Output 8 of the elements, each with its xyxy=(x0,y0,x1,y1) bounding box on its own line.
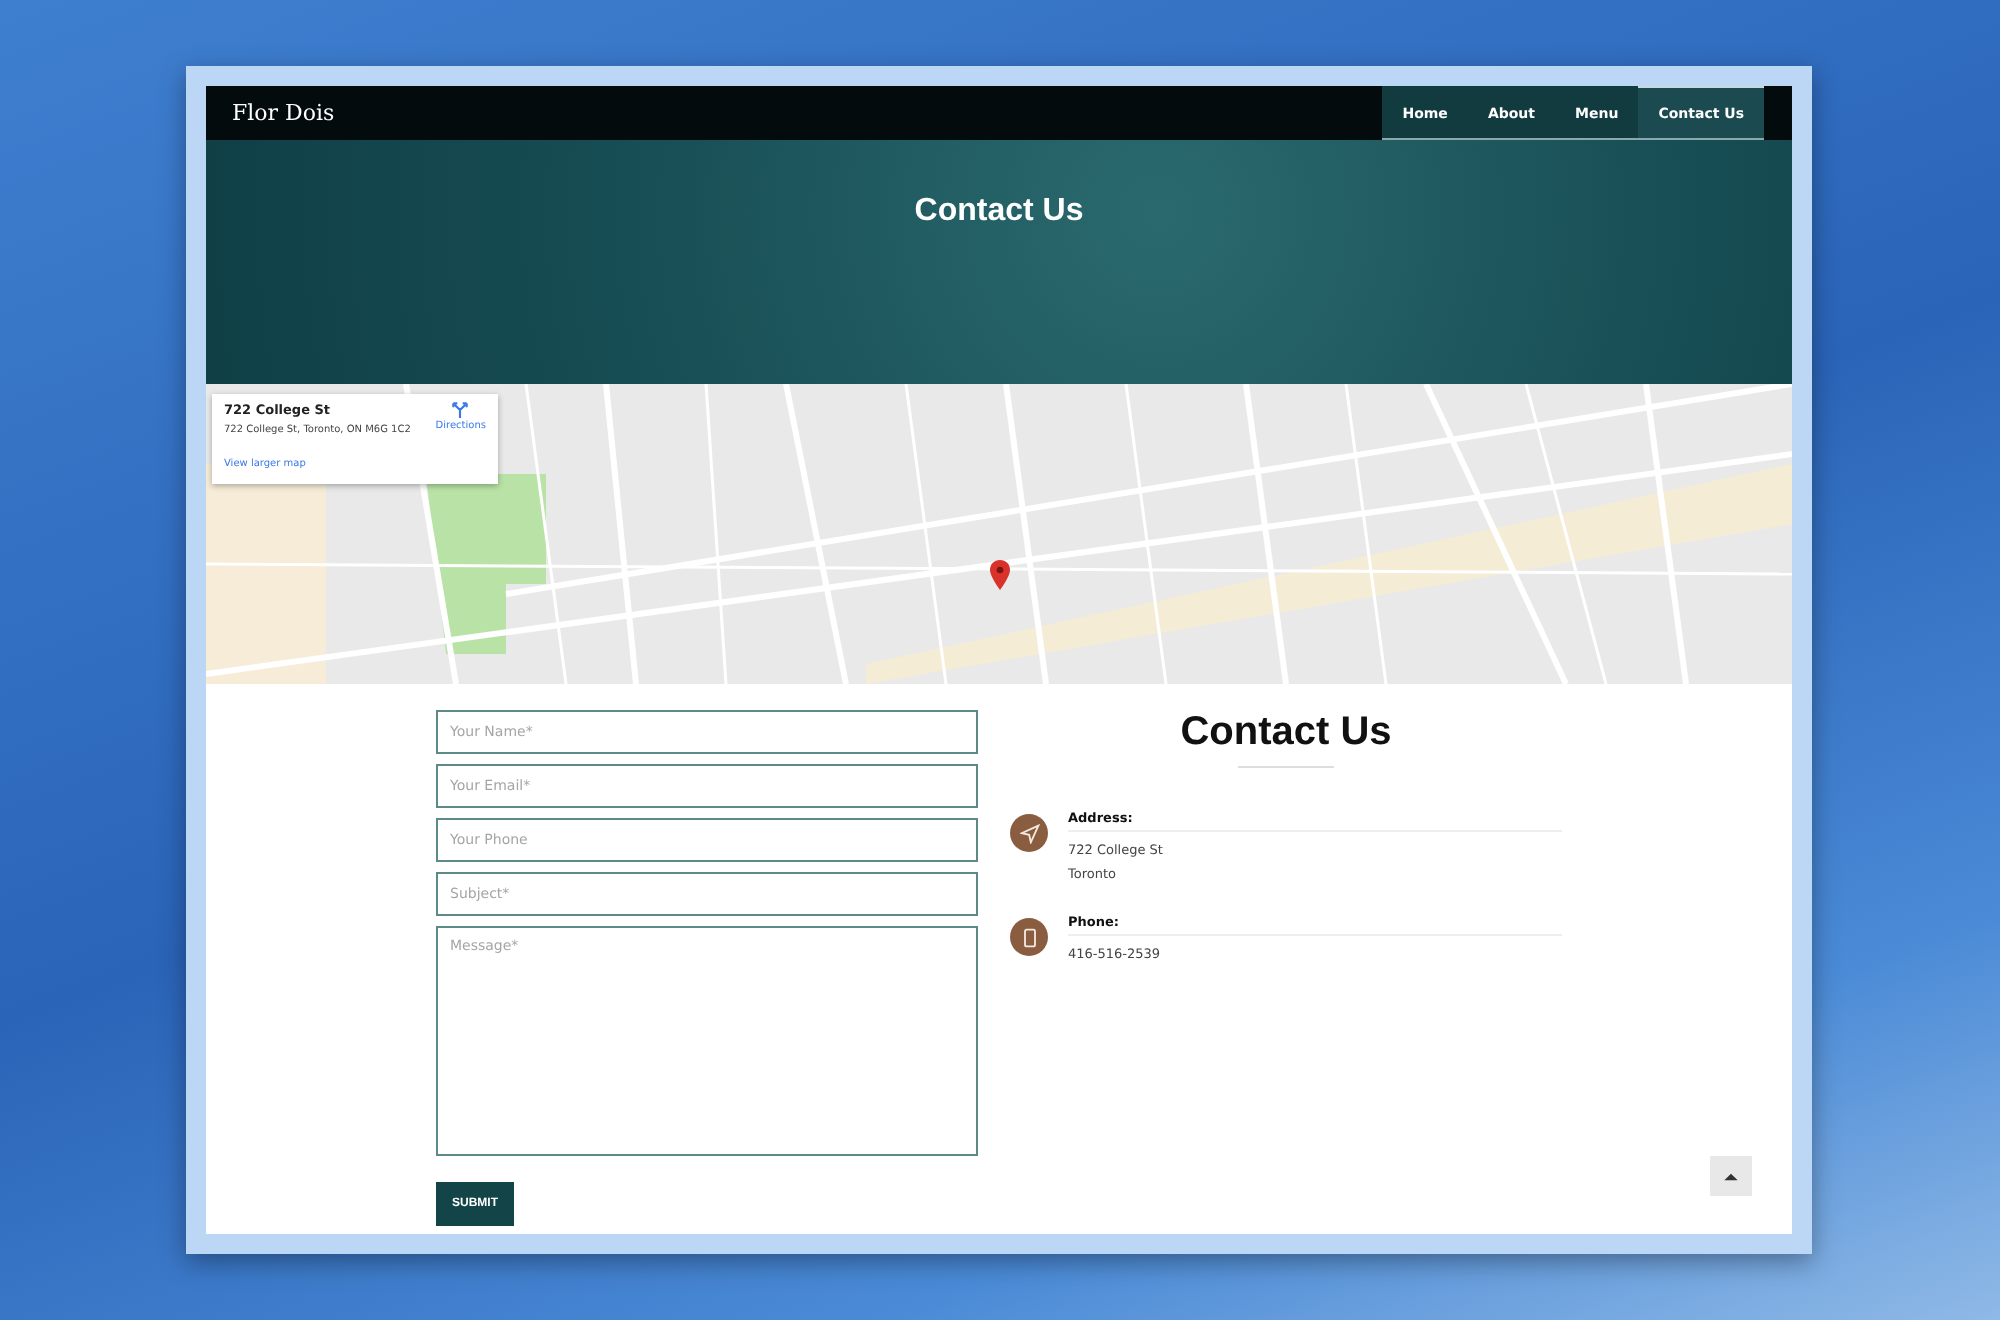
brand-logo[interactable]: Flor Dois xyxy=(232,100,335,126)
directions-icon xyxy=(452,402,469,418)
section-title: Contact Us xyxy=(1180,710,1392,756)
phone-icon xyxy=(1010,918,1048,956)
scroll-top-button[interactable] xyxy=(1710,1156,1752,1196)
caret-up-icon xyxy=(1724,1171,1738,1181)
hero-title: Contact Us xyxy=(914,194,1084,232)
map-pin-icon[interactable] xyxy=(990,560,1010,590)
